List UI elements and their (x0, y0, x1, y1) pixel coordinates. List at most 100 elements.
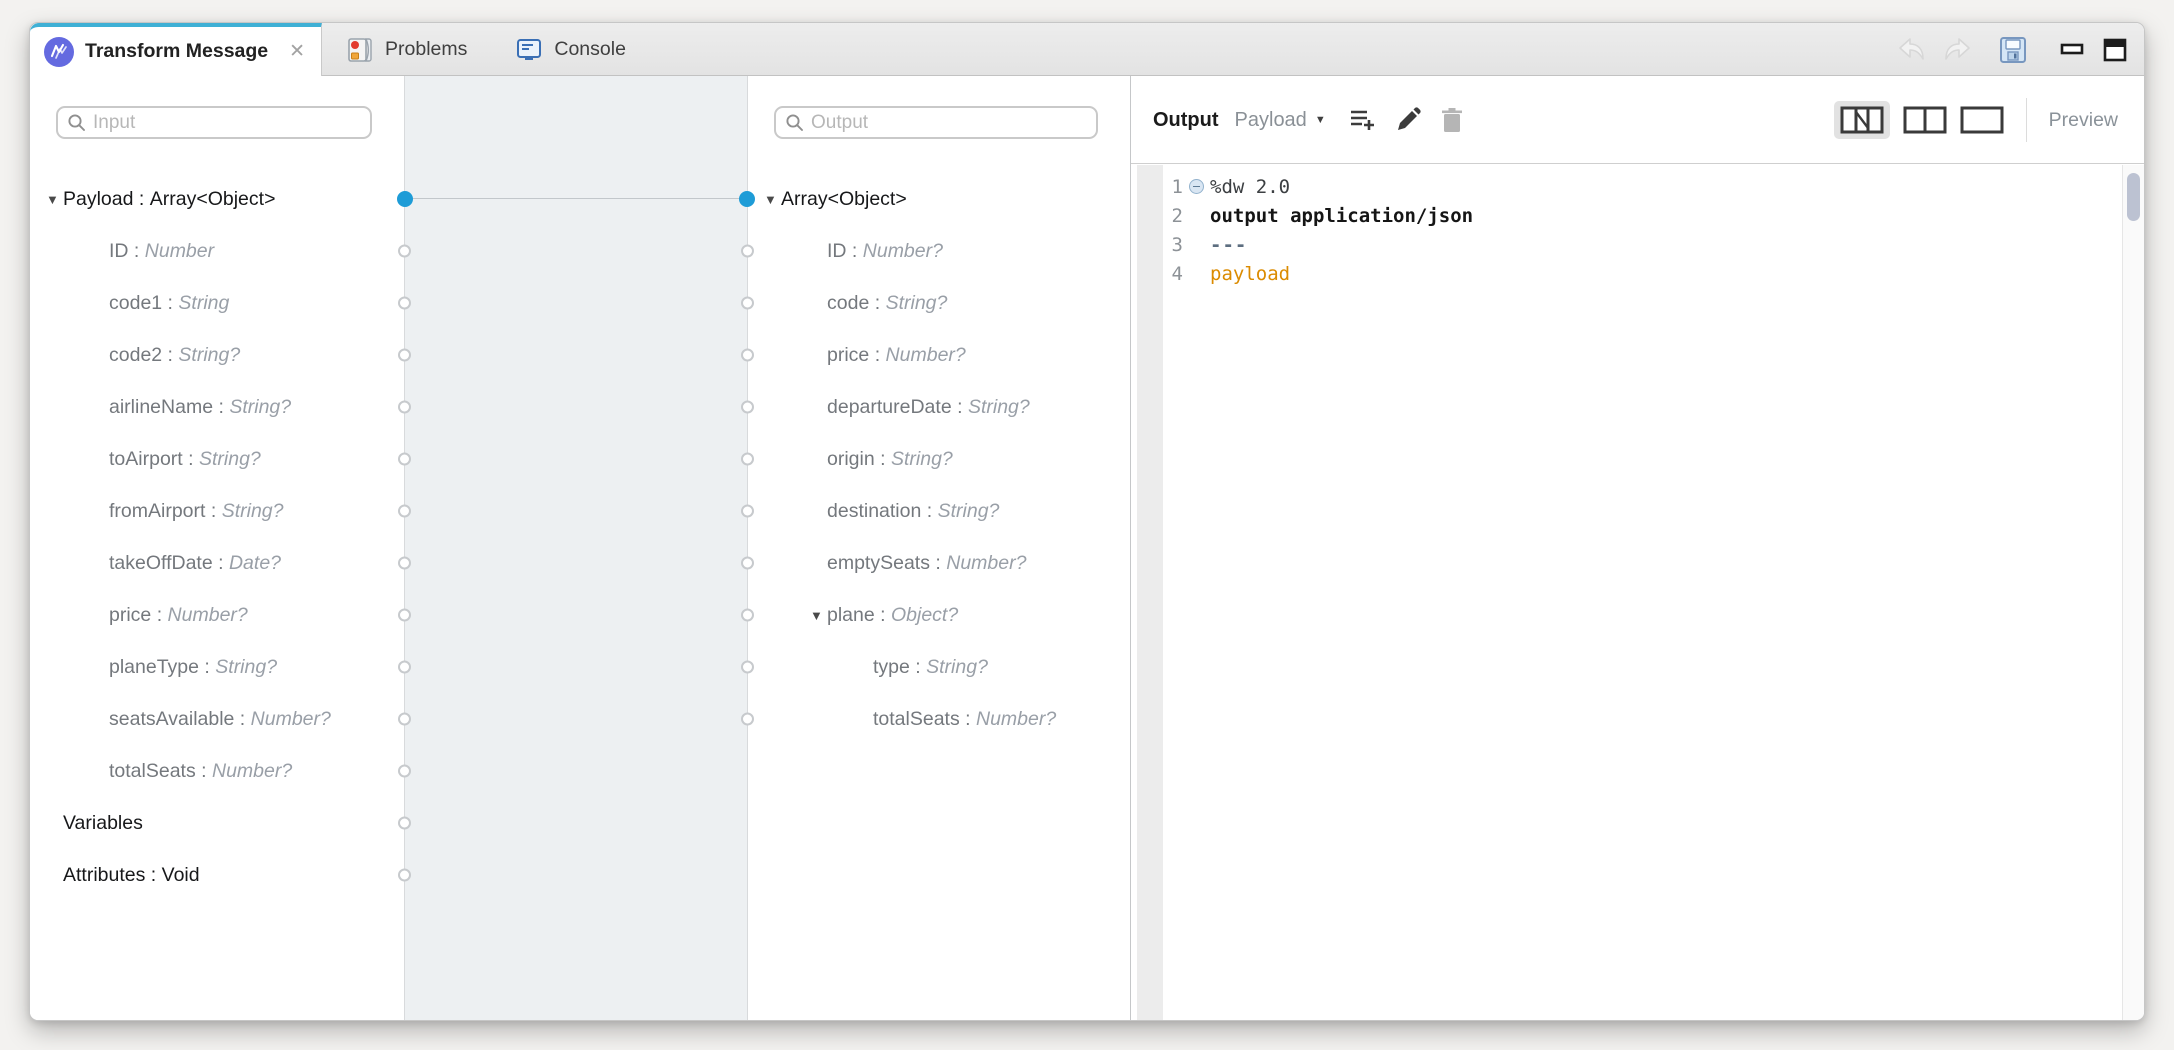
mapping-port[interactable] (398, 661, 411, 674)
tree-row-airlineName[interactable]: airlineName : String? (30, 381, 404, 433)
tree-row-takeOffDate[interactable]: takeOffDate : Date? (30, 537, 404, 589)
type-separator: : (847, 240, 863, 263)
mapping-port[interactable] (398, 713, 411, 726)
tree-row-planeType[interactable]: planeType : String? (30, 641, 404, 693)
tree-row-ID[interactable]: ID : Number? (748, 225, 1130, 277)
add-output-icon[interactable] (1348, 107, 1376, 133)
field-name: price (827, 344, 869, 367)
output-title: Output (1153, 109, 1219, 132)
mapping-port[interactable] (741, 713, 754, 726)
tree-row-destination[interactable]: destination : String? (748, 485, 1130, 537)
search-icon (785, 113, 804, 132)
view-toolbar (1896, 23, 2128, 76)
type-separator: : (205, 500, 221, 523)
tree-row-totalSeats[interactable]: totalSeats : Number? (748, 693, 1130, 745)
mapping-port[interactable] (398, 297, 411, 310)
tab-label: Problems (385, 38, 467, 61)
mapping-port[interactable] (741, 245, 754, 258)
dataweave-script-editor[interactable]: 1%dw 2.02output application/json3---4pay… (1131, 165, 2144, 1020)
output-target-dropdown[interactable]: Payload ▼ (1235, 109, 1326, 132)
mapping-port[interactable] (741, 661, 754, 674)
editor-scrollbar[interactable] (2122, 165, 2144, 1020)
mapping-port[interactable] (741, 505, 754, 518)
tree-row-code1[interactable]: code1 : String (30, 277, 404, 329)
mapping-port[interactable] (398, 505, 411, 518)
tab-console[interactable]: Console (491, 23, 650, 76)
mapping-port[interactable] (741, 297, 754, 310)
tree-row-ID[interactable]: ID : Number (30, 225, 404, 277)
collapse-triangle-icon[interactable]: ▼ (764, 192, 781, 207)
maximize-icon[interactable] (2102, 37, 2128, 63)
field-name: seatsAvailable (109, 708, 234, 731)
mapping-port[interactable] (398, 869, 411, 882)
tree-row-toAirport[interactable]: toAirport : String? (30, 433, 404, 485)
mapping-port[interactable] (739, 191, 755, 207)
tree-row-price[interactable]: price : Number? (30, 589, 404, 641)
mapping-port[interactable] (741, 349, 754, 362)
code-line[interactable]: 4payload (1131, 259, 2118, 288)
output-target-label: Payload (1235, 109, 1307, 132)
tree-row-totalSeats[interactable]: totalSeats : Number? (30, 745, 404, 797)
type-separator: : (875, 448, 891, 471)
mapping-port[interactable] (741, 401, 754, 414)
tree-row-price[interactable]: price : Number? (748, 329, 1130, 381)
fold-collapse-icon[interactable] (1189, 179, 1204, 194)
tree-row-Attributes[interactable]: Attributes : Void (30, 849, 404, 901)
edit-script-icon[interactable] (1395, 107, 1421, 133)
mapping-port[interactable] (741, 609, 754, 622)
tree-row-seatsAvailable[interactable]: seatsAvailable : Number? (30, 693, 404, 745)
field-name: emptySeats (827, 552, 930, 575)
tree-row-plane[interactable]: ▼plane : Object? (748, 589, 1130, 641)
tab-label: Transform Message (85, 40, 276, 63)
field-type: String? (886, 292, 948, 315)
code-line[interactable]: 2output application/json (1131, 201, 2118, 230)
mapping-port[interactable] (398, 557, 411, 570)
mapping-port[interactable] (398, 609, 411, 622)
save-icon[interactable] (1998, 35, 2028, 65)
single-view-button[interactable] (1960, 106, 2004, 134)
field-type: Number? (976, 708, 1056, 731)
mapping-port[interactable] (398, 453, 411, 466)
mapping-port[interactable] (397, 191, 413, 207)
tree-row-code[interactable]: code : String? (748, 277, 1130, 329)
tree-row-code2[interactable]: code2 : String? (30, 329, 404, 381)
tree-row-type[interactable]: type : String? (748, 641, 1130, 693)
field-type: Number? (886, 344, 966, 367)
code-line[interactable]: 1%dw 2.0 (1131, 172, 2118, 201)
mapping-code-view-button[interactable] (1840, 106, 1884, 134)
mapping-port[interactable] (398, 245, 411, 258)
preview-toggle[interactable]: Preview (2049, 109, 2118, 132)
collapse-triangle-icon[interactable]: ▼ (810, 608, 827, 623)
delete-script-icon[interactable] (1440, 107, 1464, 134)
mapping-port[interactable] (398, 349, 411, 362)
tree-row-origin[interactable]: origin : String? (748, 433, 1130, 485)
tab-problems[interactable]: Problems (322, 23, 491, 76)
tree-row-fromAirport[interactable]: fromAirport : String? (30, 485, 404, 537)
mapping-port[interactable] (398, 401, 411, 414)
output-search-input[interactable] (811, 112, 1087, 134)
tab-transform-message[interactable]: Transform Message ✕ (30, 23, 322, 76)
mapping-port[interactable] (741, 557, 754, 570)
input-search-input[interactable] (93, 112, 361, 134)
mapping-port[interactable] (741, 453, 754, 466)
collapse-triangle-icon[interactable]: ▼ (46, 192, 63, 207)
type-separator: : (151, 604, 167, 627)
tree-row-Payload[interactable]: ▼Payload : Array<Object> (30, 173, 404, 225)
type-separator: : (199, 656, 215, 679)
field-name: price (109, 604, 151, 627)
tree-row-departureDate[interactable]: departureDate : String? (748, 381, 1130, 433)
mapping-port[interactable] (398, 765, 411, 778)
tree-row-Variables[interactable]: Variables (30, 797, 404, 849)
minimize-icon[interactable] (2059, 37, 2085, 63)
undo-icon[interactable] (1896, 36, 1926, 63)
tree-row-emptySeats[interactable]: emptySeats : Number? (748, 537, 1130, 589)
close-icon[interactable]: ✕ (287, 40, 307, 63)
scrollbar-thumb[interactable] (2127, 173, 2140, 221)
mapping-port[interactable] (398, 817, 411, 830)
split-view-button[interactable] (1903, 106, 1947, 134)
mapping-canvas[interactable] (405, 76, 748, 1020)
redo-icon[interactable] (1943, 36, 1973, 63)
tree-row-Array<Object>[interactable]: ▼Array<Object> (748, 173, 1130, 225)
code-line[interactable]: 3--- (1131, 230, 2118, 259)
field-type: Void (162, 864, 200, 887)
